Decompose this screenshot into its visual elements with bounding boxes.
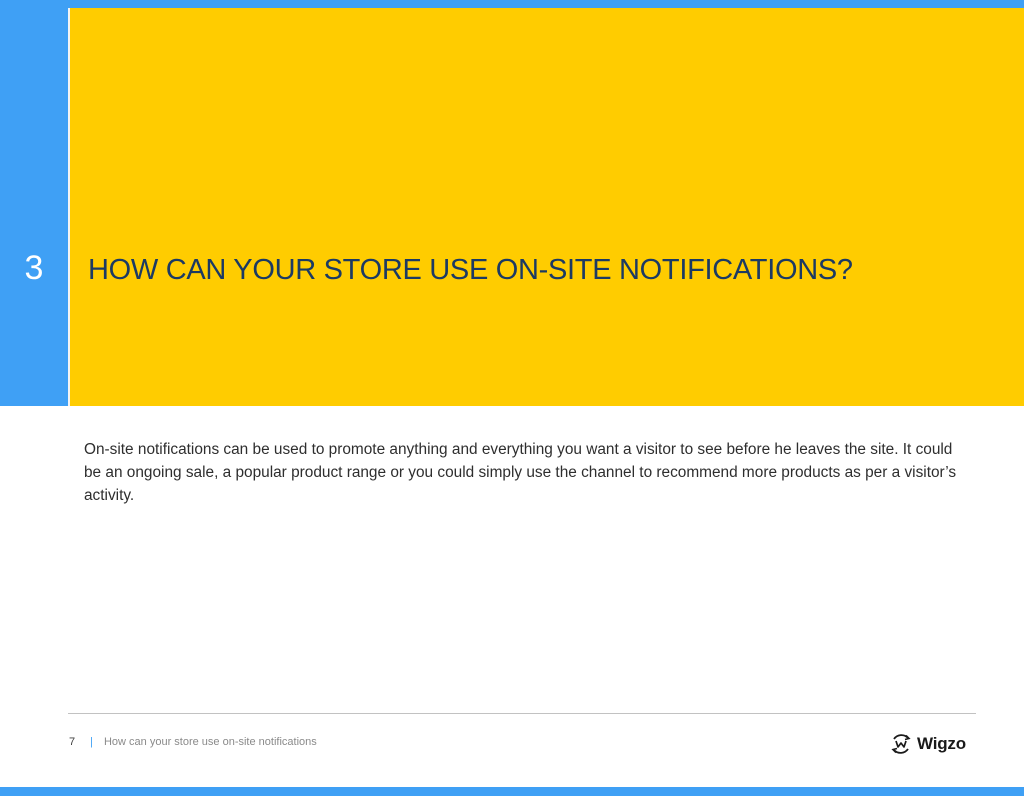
chapter-side-band bbox=[0, 0, 68, 406]
chapter-hero-panel bbox=[70, 8, 1024, 406]
chapter-number: 3 bbox=[24, 249, 44, 287]
brand-name: Wigzo bbox=[917, 734, 966, 753]
wigzo-logo-icon bbox=[890, 733, 912, 755]
footer-divider bbox=[68, 713, 976, 714]
top-accent-strip bbox=[0, 0, 1024, 8]
brand-logo: Wigzo bbox=[890, 733, 966, 755]
bottom-accent-strip bbox=[0, 787, 1024, 796]
chapter-title: HOW CAN YOUR STORE USE ON-SITE NOTIFICAT… bbox=[88, 254, 853, 286]
body-paragraph: On-site notifications can be used to pro… bbox=[84, 441, 957, 504]
footer-page-info: 7 | How can your store use on-site notif… bbox=[69, 734, 317, 750]
footer-separator: | bbox=[90, 736, 93, 748]
footer-caption: How can your store use on-site notificat… bbox=[103, 736, 317, 748]
page-number: 7 bbox=[69, 736, 76, 748]
